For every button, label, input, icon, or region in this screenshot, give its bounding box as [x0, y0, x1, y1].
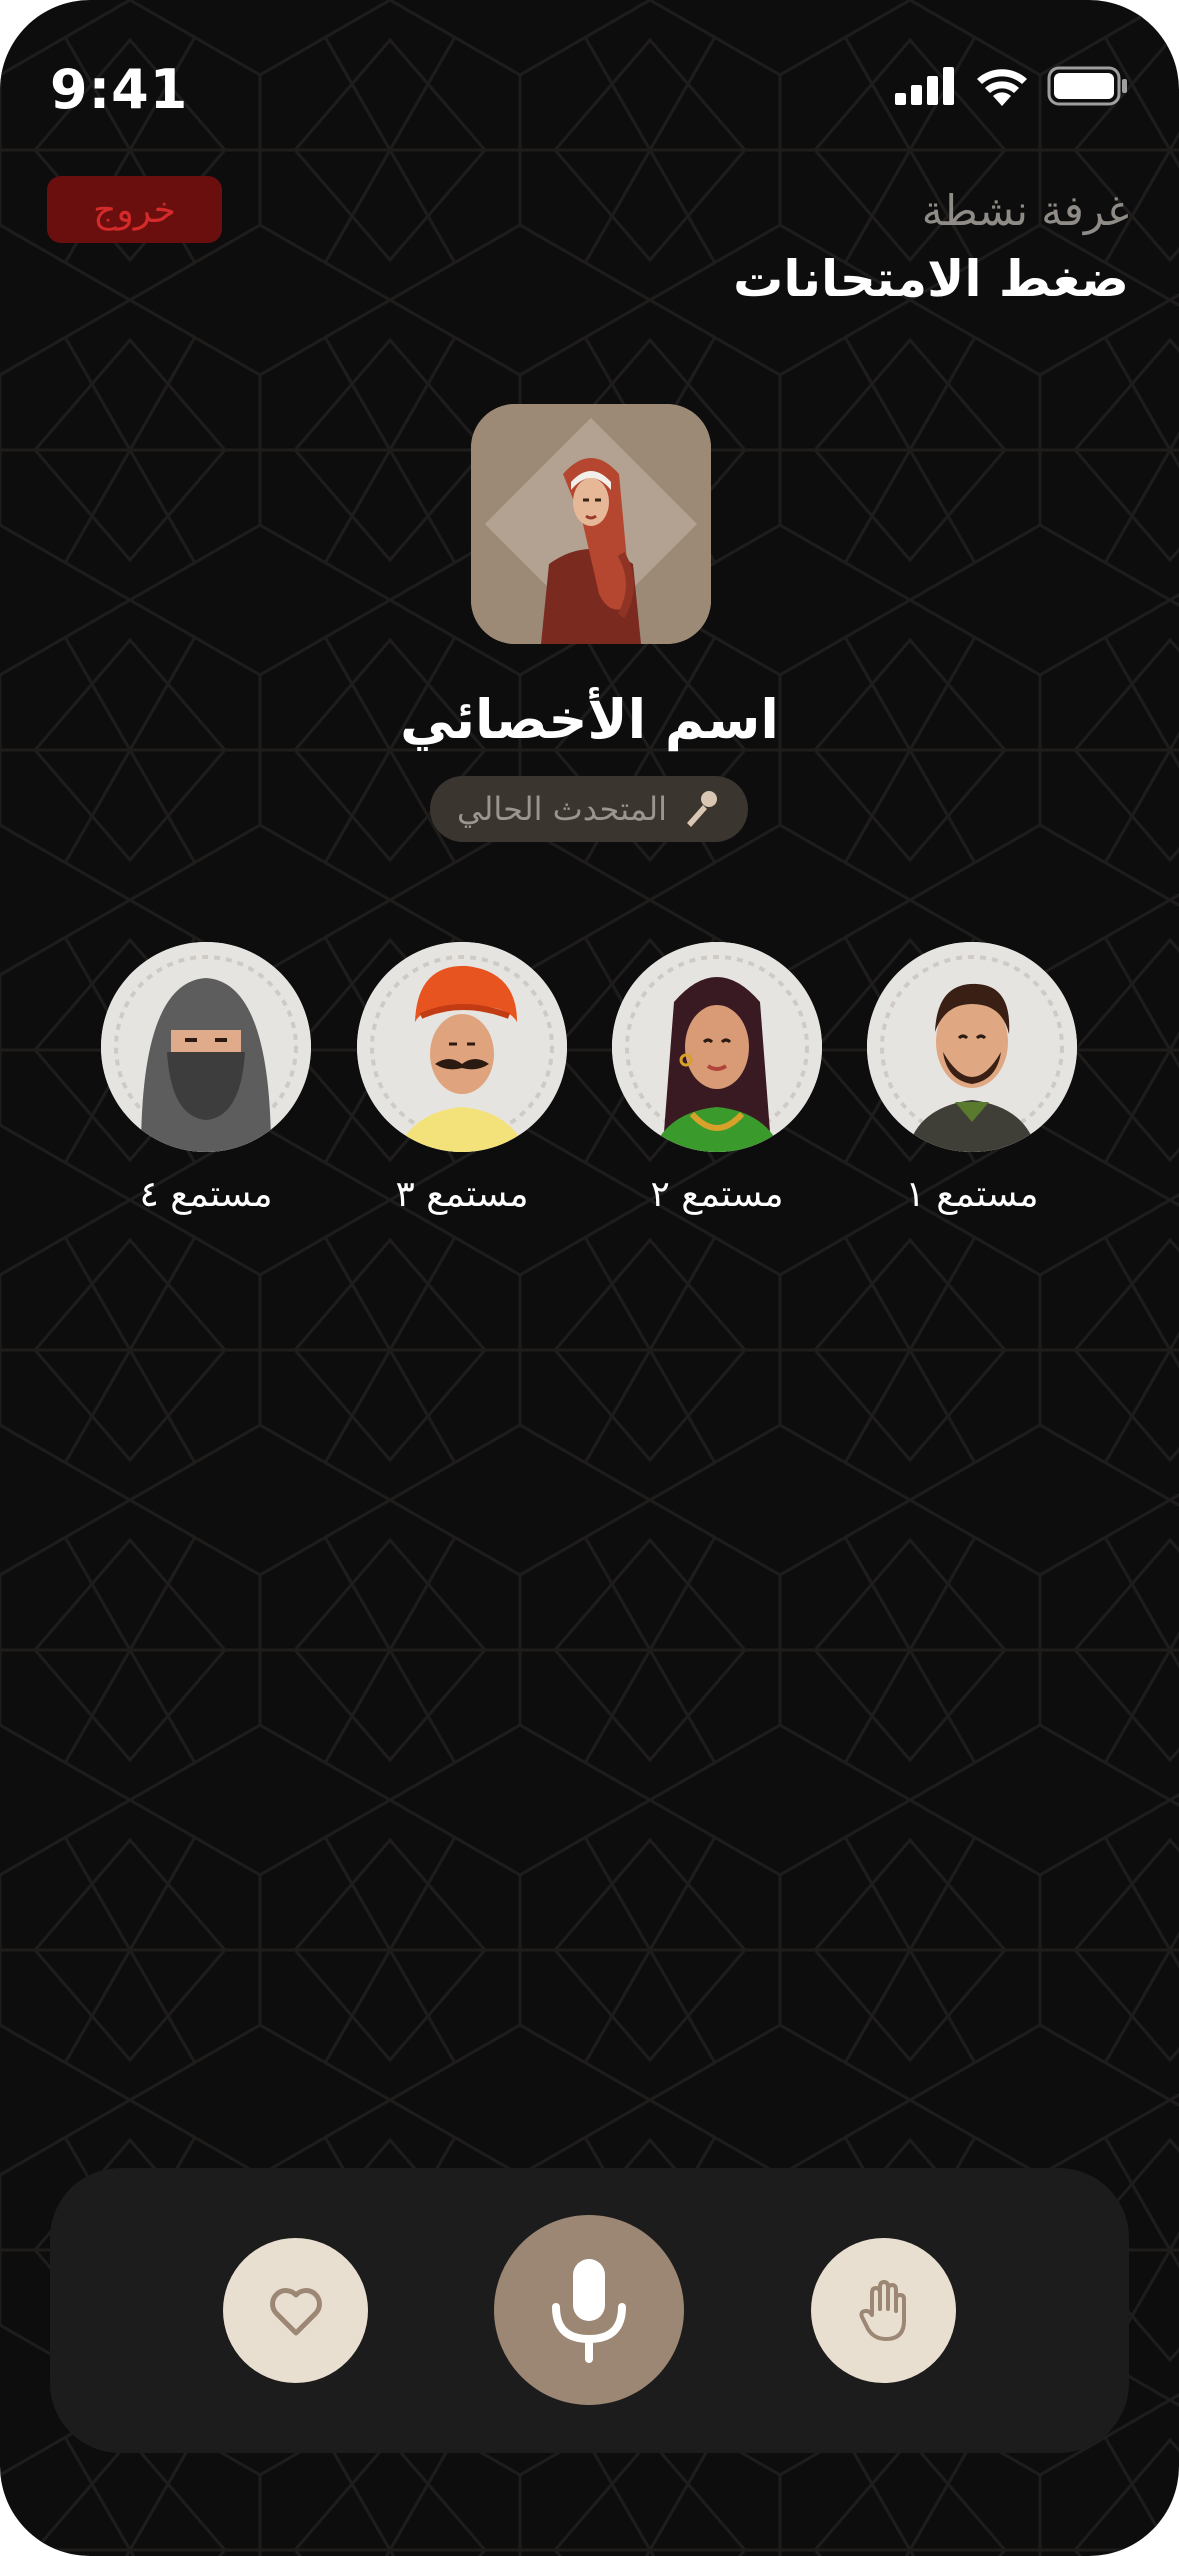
room-title: ضغط الامتحانات — [733, 250, 1129, 308]
wifi-icon — [977, 69, 1027, 106]
listener-4[interactable]: مستمع ٤ — [101, 942, 311, 1215]
listener-3[interactable]: مستمع ٣ — [357, 942, 567, 1215]
exit-button[interactable]: خروج — [47, 176, 222, 243]
current-speaker-label: المتحدث الحالي — [456, 790, 667, 828]
host-name: اسم الأخصائي — [400, 688, 779, 751]
cellular-signal-icon — [895, 67, 954, 105]
listener-4-name: مستمع ٤ — [139, 1174, 273, 1215]
listener-1-name: مستمع ١ — [905, 1174, 1039, 1215]
bearded-man-avatar — [867, 942, 1077, 1152]
microphone-icon — [687, 791, 717, 827]
phone-screen: 9:41 خروج غرفة نشطة ضغط الامتحانات اسم ا… — [0, 0, 1179, 2556]
turban-man-avatar — [357, 942, 567, 1152]
current-speaker-badge: المتحدث الحالي — [430, 776, 748, 842]
host-avatar[interactable] — [471, 404, 711, 644]
room-status-label: غرفة نشطة — [921, 186, 1129, 235]
heart-icon — [269, 2287, 322, 2335]
veiled-woman-avatar — [101, 942, 311, 1152]
raise-hand-icon — [858, 2279, 906, 2341]
microphone-icon — [552, 2259, 626, 2363]
like-button[interactable] — [223, 2238, 368, 2383]
microphone-button[interactable] — [494, 2215, 684, 2405]
listener-2-name: مستمع ٢ — [650, 1174, 784, 1215]
raise-hand-button[interactable] — [811, 2238, 956, 2383]
hijab-woman-illustration — [471, 404, 711, 644]
listener-2[interactable]: مستمع ٢ — [612, 942, 822, 1215]
listener-3-name: مستمع ٣ — [395, 1174, 529, 1215]
status-time: 9:41 — [50, 58, 189, 121]
listener-1[interactable]: مستمع ١ — [867, 942, 1077, 1215]
woman-avatar — [612, 942, 822, 1152]
battery-icon — [1047, 66, 1127, 106]
status-bar: 9:41 — [0, 0, 1179, 180]
status-icons — [895, 66, 1129, 106]
